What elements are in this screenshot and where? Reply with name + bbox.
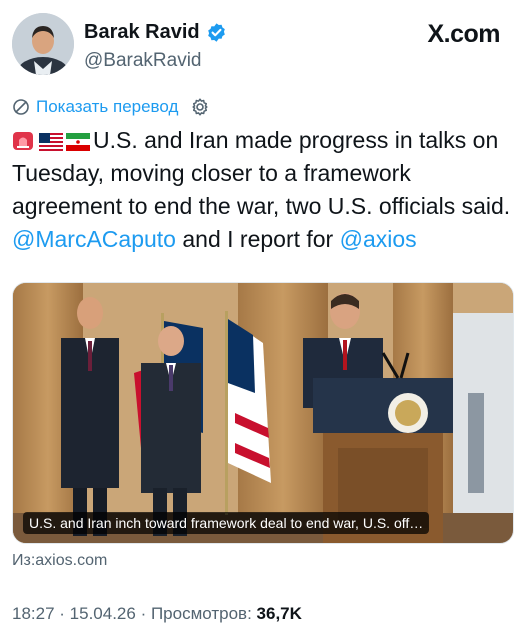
translate-icon (12, 98, 30, 116)
translate-row: Показать перевод (12, 96, 210, 118)
display-name[interactable]: Barak Ravid (84, 20, 200, 44)
link-card-image[interactable]: U.S. and Iran inch toward framework deal… (12, 282, 514, 544)
iran-flag-emoji-icon (66, 127, 90, 151)
gear-icon[interactable] (190, 97, 210, 117)
verified-badge-icon (206, 22, 227, 43)
tweet-time[interactable]: 18:27 (12, 604, 55, 623)
us-flag-emoji-icon (39, 127, 63, 151)
image-caption: U.S. and Iran inch toward framework deal… (23, 512, 430, 534)
tweet-body-text: and I report for (175, 226, 340, 252)
siren-emoji-icon (12, 127, 36, 150)
meta-separator: · (135, 604, 151, 623)
avatar[interactable] (12, 13, 74, 75)
tweet-text: U.S. and Iran made progress in talks on … (12, 124, 512, 256)
show-translation-link[interactable]: Показать перевод (36, 97, 178, 117)
link-source[interactable]: Из:axios.com (12, 551, 107, 571)
meta-separator: · (54, 604, 70, 623)
views-count: 36,7K (256, 604, 302, 623)
tweet-meta: 18:27 · 15.04.26 · Просмотров: 36,7K (12, 603, 302, 625)
name-row: Barak Ravid (84, 20, 227, 44)
mention-link[interactable]: @MarcACaputo (12, 226, 176, 252)
mention-link[interactable]: @axios (340, 226, 417, 252)
x-logo: X.com (427, 20, 500, 48)
views-label: Просмотров: (150, 604, 257, 623)
tweet-date[interactable]: 15.04.26 (70, 604, 136, 623)
tweet-header: Barak Ravid @BarakRavid X.com (0, 0, 526, 88)
user-handle[interactable]: @BarakRavid (84, 50, 202, 72)
